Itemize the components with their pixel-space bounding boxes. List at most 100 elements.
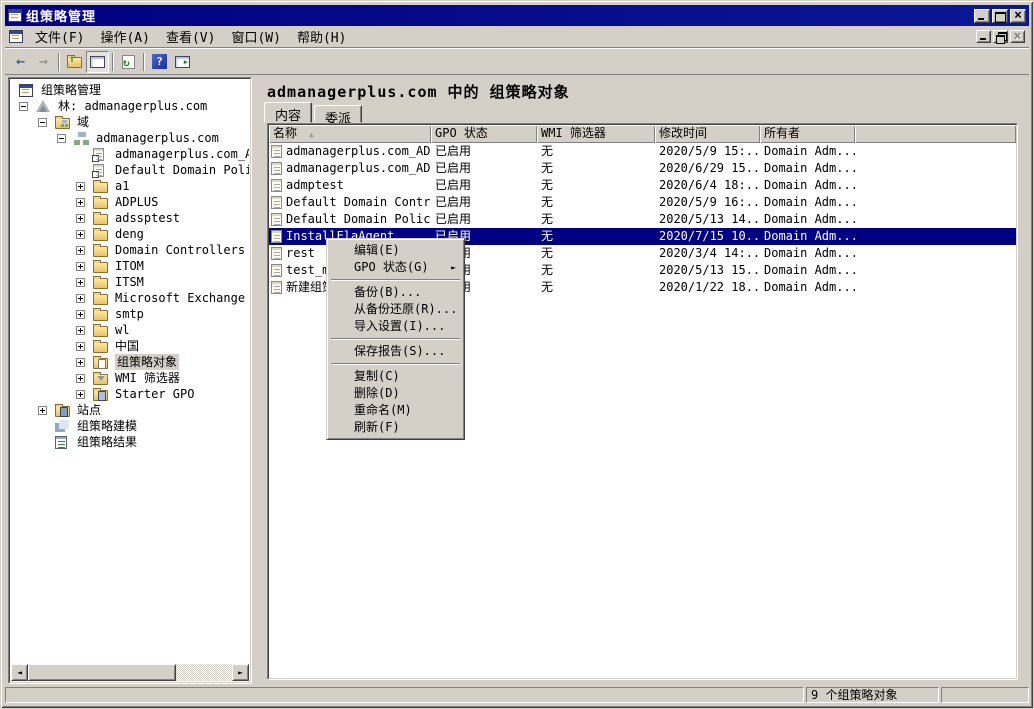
gpo-icon [271,179,282,192]
sort-ascending-icon: ▲ [309,130,314,139]
scroll-left-button[interactable]: ◄ [11,664,28,681]
expand-icon[interactable] [76,198,85,207]
tree-item[interactable]: 组策略建模 [11,418,249,434]
tree-item[interactable]: admanagerplus.com_ADAud [11,146,249,162]
gpo-icon [271,162,282,175]
expand-icon[interactable] [76,358,85,367]
toolbar-show-action-pane-button[interactable]: ▶ [171,51,194,73]
toolbar-show-console-tree-button[interactable] [86,51,109,73]
tree-item[interactable]: 林: admanagerplus.com [11,98,249,114]
tree-item-label: Domain Controllers [115,242,245,258]
toolbar-help-button[interactable]: ? [148,51,171,73]
context-menu-refresh[interactable]: 刷新(F) [329,419,462,436]
child-window-icon[interactable] [9,30,23,43]
tree-item[interactable]: 站点 [11,402,249,418]
column-label: 所有者 [764,126,800,140]
tree-item[interactable]: a1 [11,178,249,194]
tree-item[interactable]: smtp [11,306,249,322]
child-close-button[interactable] [1010,30,1025,43]
title-bar[interactable]: 组策略管理 [5,5,1029,26]
tree-item[interactable]: Default Domain Policy [11,162,249,178]
window-title: 组策略管理 [26,6,96,25]
scroll-thumb[interactable] [28,664,176,681]
tree-item[interactable]: 中国 [11,338,249,354]
scroll-right-button[interactable]: ► [232,664,249,681]
column-header-filler[interactable] [855,125,1016,143]
cell-filler [855,160,1016,177]
toolbar-up-one-level-button[interactable]: ↑ [63,51,86,73]
expand-icon[interactable] [38,406,47,415]
tree-item[interactable]: 组策略对象 [11,354,249,370]
column-header-wmi-filter[interactable]: WMI 筛选器 [537,125,655,143]
table-row[interactable]: Default Domain Contr...已启用无2020/5/9 16:.… [269,194,1016,211]
expand-icon[interactable] [76,374,85,383]
tree-item[interactable]: wl [11,322,249,338]
expand-icon[interactable] [76,294,85,303]
column-header-gpo-status[interactable]: GPO 状态 [431,125,537,143]
expand-icon[interactable] [76,246,85,255]
expand-icon[interactable] [76,230,85,239]
context-menu-rename[interactable]: 重命名(M) [329,402,462,419]
tree-item[interactable]: ITSM [11,274,249,290]
context-menu-restore-from-backup[interactable]: 从备份还原(R)... [329,301,462,318]
tree-item[interactable]: 域 [11,114,249,130]
toolbar-refresh-button[interactable] [117,51,140,73]
scroll-track[interactable] [28,664,232,681]
console-tree-pane: 组策略管理林: admanagerplus.com域admanagerplus.… [8,77,252,684]
table-row[interactable]: Default Domain Policy已启用无2020/5/13 14...… [269,211,1016,228]
menu-window[interactable]: 窗口(W) [223,25,288,48]
cell-gpo-status: 已启用 [431,177,537,194]
menu-help[interactable]: 帮助(H) [289,25,354,48]
expand-icon[interactable] [76,390,85,399]
context-menu-copy[interactable]: 复制(C) [329,368,462,385]
context-menu-import-settings[interactable]: 导入设置(I)... [329,318,462,335]
tree-item[interactable]: Starter GPO [11,386,249,402]
child-minimize-button[interactable] [976,30,991,43]
tree-item[interactable]: ADPLUS [11,194,249,210]
tree-item[interactable]: admanagerplus.com [11,130,249,146]
expand-icon[interactable] [76,278,85,287]
context-menu-backup[interactable]: 备份(B)... [329,284,462,301]
toolbar-separator [143,53,145,71]
toolbar-back-button[interactable]: ← [9,51,32,73]
context-menu-save-report[interactable]: 保存报告(S)... [329,343,462,360]
window-maximize-button[interactable] [992,9,1008,23]
tab-delegation[interactable]: 委派 [314,105,362,123]
context-menu-edit[interactable]: 编辑(E) [329,242,462,259]
tree-item[interactable]: deng [11,226,249,242]
tree-item[interactable]: 组策略结果 [11,434,249,450]
toolbar-forward-button[interactable]: → [32,51,55,73]
expand-icon[interactable] [76,310,85,319]
expand-icon[interactable] [76,326,85,335]
table-row[interactable]: admptest已启用无2020/6/4 18:...Domain Adm... [269,177,1016,194]
tree-item[interactable]: Microsoft Exchange Secu [11,290,249,306]
collapse-icon[interactable] [38,118,47,127]
menu-action[interactable]: 操作(A) [92,25,157,48]
tree-item[interactable]: ITOM [11,258,249,274]
tree-item[interactable]: Domain Controllers [11,242,249,258]
window-minimize-button[interactable] [974,9,990,23]
tree-item[interactable]: adssptest [11,210,249,226]
expand-icon[interactable] [76,262,85,271]
expand-icon[interactable] [76,214,85,223]
context-menu-delete[interactable]: 删除(D) [329,385,462,402]
tree-item[interactable]: WMI 筛选器 [11,370,249,386]
column-header-name[interactable]: 名称▲ [269,125,431,143]
tree-horizontal-scrollbar[interactable]: ◄ ► [11,664,249,681]
tree-item[interactable]: 组策略管理 [11,82,249,98]
window-close-button[interactable] [1010,9,1026,23]
table-row[interactable]: admanagerplus.com_AD...已启用无2020/5/9 15:.… [269,143,1016,160]
tab-contents[interactable]: 内容 [264,102,312,123]
table-row[interactable]: admanagerplus.com_AD...已启用无2020/6/29 15.… [269,160,1016,177]
column-header-owner[interactable]: 所有者 [760,125,855,143]
context-menu-gpo-status[interactable]: GPO 状态(G)► [329,259,462,276]
expand-icon[interactable] [76,182,85,191]
column-header-modified[interactable]: 修改时间 [655,125,760,143]
menu-file[interactable]: 文件(F) [27,25,92,48]
folder-icon [93,326,108,337]
child-restore-button[interactable] [993,30,1008,43]
menu-view[interactable]: 查看(V) [158,25,223,48]
collapse-icon[interactable] [57,134,66,143]
expand-icon[interactable] [76,342,85,351]
collapse-icon[interactable] [19,102,28,111]
